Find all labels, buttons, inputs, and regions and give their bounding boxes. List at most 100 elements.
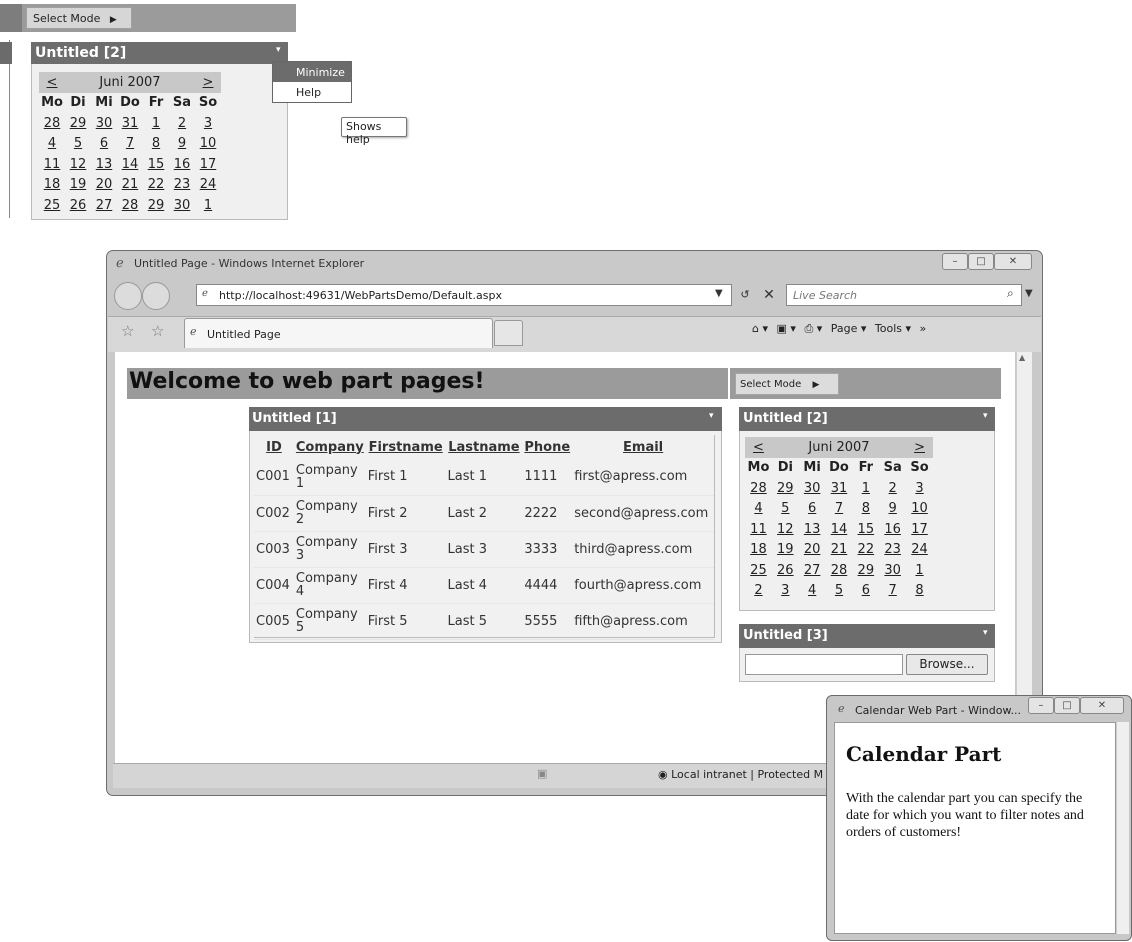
calendar-day-cell[interactable]: 4 [799, 581, 826, 602]
inset-calendar-day-cell[interactable]: 13 [91, 154, 117, 175]
calendar-day-link[interactable]: 1 [915, 563, 923, 578]
calendar-day-cell[interactable]: 21 [826, 540, 853, 561]
calendar-day-cell[interactable]: 5 [826, 581, 853, 602]
inset-calendar-day-cell[interactable]: 19 [65, 175, 91, 196]
calendar-day-link[interactable]: 27 [804, 563, 821, 578]
inset-calendar-day-cell[interactable]: 10 [195, 134, 221, 155]
stop-button[interactable]: ✕ [758, 284, 780, 306]
inset-calendar-day-cell[interactable]: 1 [195, 195, 221, 216]
calendar-day-cell[interactable]: 30 [799, 478, 826, 499]
search-dropdown-icon[interactable]: ▼ [1025, 288, 1033, 299]
calendar-day-cell[interactable]: 31 [826, 478, 853, 499]
calendar-day-cell[interactable]: 14 [826, 519, 853, 540]
calendar-day-link[interactable]: 5 [835, 583, 843, 598]
inset-calendar-day-link[interactable]: 23 [174, 177, 191, 192]
inset-calendar-day-link[interactable]: 30 [96, 116, 113, 131]
col-header-firstname[interactable]: Firstname [366, 435, 446, 459]
inset-calendar-day-cell[interactable]: 20 [91, 175, 117, 196]
inset-calendar-day-cell[interactable]: 28 [117, 195, 143, 216]
calendar-day-link[interactable]: 5 [781, 501, 789, 516]
calendar-day-link[interactable]: 13 [804, 522, 821, 537]
webpart-2-verbs-icon[interactable]: ▾ [983, 411, 988, 421]
inset-calendar-day-cell[interactable]: 18 [39, 175, 65, 196]
popup-minimize-button[interactable]: – [1028, 697, 1054, 714]
calendar-day-link[interactable]: 15 [858, 522, 875, 537]
inset-calendar-day-link[interactable]: 14 [122, 157, 139, 172]
inset-calendar-day-cell[interactable]: 2 [169, 113, 195, 134]
browse-button[interactable]: Browse... [906, 654, 988, 675]
minimize-window-button[interactable]: – [942, 253, 968, 270]
inset-calendar-prev-month-link[interactable]: < [39, 72, 65, 93]
inset-calendar-day-link[interactable]: 20 [96, 177, 113, 192]
inset-calendar-day-cell[interactable]: 1 [143, 113, 169, 134]
scroll-up-icon[interactable]: ▲ [1019, 353, 1025, 362]
calendar-prev-month-link[interactable]: < [745, 437, 772, 458]
feeds-button[interactable]: ▣ ▾ [777, 322, 796, 335]
calendar-day-cell[interactable]: 1 [906, 560, 933, 581]
address-dropdown-icon[interactable]: ▼ [715, 288, 723, 299]
inset-calendar-day-link[interactable]: 5 [74, 136, 82, 151]
calendar-next-month-link[interactable]: > [906, 437, 933, 458]
calendar-day-link[interactable]: 23 [884, 542, 901, 557]
back-button[interactable] [114, 282, 142, 310]
calendar-day-cell[interactable]: 30 [879, 560, 906, 581]
calendar-day-cell[interactable]: 29 [852, 560, 879, 581]
calendar-day-link[interactable]: 28 [831, 563, 848, 578]
calendar-day-cell[interactable]: 16 [879, 519, 906, 540]
inset-calendar-day-cell[interactable]: 29 [143, 195, 169, 216]
inset-calendar-day-link[interactable]: 29 [70, 116, 87, 131]
inset-calendar-day-cell[interactable]: 15 [143, 154, 169, 175]
inset-calendar-day-cell[interactable]: 3 [195, 113, 221, 134]
calendar-day-link[interactable]: 20 [804, 542, 821, 557]
calendar-day-link[interactable]: 7 [889, 583, 897, 598]
inset-calendar-day-link[interactable]: 27 [96, 198, 113, 213]
inset-verbs-menu-icon[interactable]: ▾ [276, 45, 281, 55]
calendar-day-link[interactable]: 4 [754, 501, 762, 516]
refresh-button[interactable]: ↺ [734, 284, 756, 306]
inset-calendar-day-cell[interactable]: 31 [117, 113, 143, 134]
col-header-email[interactable]: Email [572, 435, 714, 459]
calendar-day-cell[interactable]: 23 [879, 540, 906, 561]
calendar-day-link[interactable]: 17 [911, 522, 928, 537]
inset-calendar-day-cell[interactable]: 23 [169, 175, 195, 196]
inset-calendar-day-cell[interactable]: 5 [65, 134, 91, 155]
inset-calendar-day-cell[interactable]: 30 [91, 113, 117, 134]
calendar-day-link[interactable]: 21 [831, 542, 848, 557]
calendar-day-link[interactable]: 25 [750, 563, 767, 578]
calendar-day-cell[interactable]: 17 [906, 519, 933, 540]
calendar-day-cell[interactable]: 4 [745, 499, 772, 520]
calendar-day-link[interactable]: 14 [831, 522, 848, 537]
popup-maximize-button[interactable]: □ [1054, 697, 1080, 714]
new-tab-button[interactable] [494, 320, 523, 346]
calendar-day-link[interactable]: 28 [750, 481, 767, 496]
calendar-day-cell[interactable]: 20 [799, 540, 826, 561]
inset-calendar-day-link[interactable]: 4 [48, 136, 56, 151]
calendar-day-cell[interactable]: 24 [906, 540, 933, 561]
inset-calendar-day-link[interactable]: 19 [70, 177, 87, 192]
col-header-phone[interactable]: Phone [522, 435, 572, 459]
inset-calendar-day-link[interactable]: 9 [178, 136, 186, 151]
inset-calendar-day-cell[interactable]: 12 [65, 154, 91, 175]
calendar-day-cell[interactable]: 22 [852, 540, 879, 561]
calendar-day-cell[interactable]: 8 [852, 499, 879, 520]
inset-calendar-day-link[interactable]: 11 [44, 157, 61, 172]
calendar-day-link[interactable]: 31 [831, 481, 848, 496]
calendar-day-cell[interactable]: 6 [799, 499, 826, 520]
calendar-day-cell[interactable]: 9 [879, 499, 906, 520]
col-header-company[interactable]: Company [294, 435, 366, 459]
inset-calendar-day-cell[interactable]: 14 [117, 154, 143, 175]
print-button[interactable]: ⎙ ▾ [804, 322, 822, 335]
calendar-day-link[interactable]: 6 [808, 501, 816, 516]
calendar-day-link[interactable]: 18 [750, 542, 767, 557]
inset-calendar-day-cell[interactable]: 28 [39, 113, 65, 134]
calendar-day-link[interactable]: 24 [911, 542, 928, 557]
col-header-id[interactable]: ID [254, 435, 294, 459]
select-mode-button[interactable]: Select Mode ▶ [735, 373, 839, 395]
calendar-day-link[interactable]: 11 [750, 522, 767, 537]
calendar-day-link[interactable]: 29 [777, 481, 794, 496]
inset-calendar-day-link[interactable]: 28 [122, 198, 139, 213]
calendar-day-cell[interactable]: 7 [879, 581, 906, 602]
calendar-day-link[interactable]: 10 [911, 501, 928, 516]
menu-item-help[interactable]: Help [273, 83, 351, 102]
inset-calendar-day-link[interactable]: 17 [200, 157, 217, 172]
